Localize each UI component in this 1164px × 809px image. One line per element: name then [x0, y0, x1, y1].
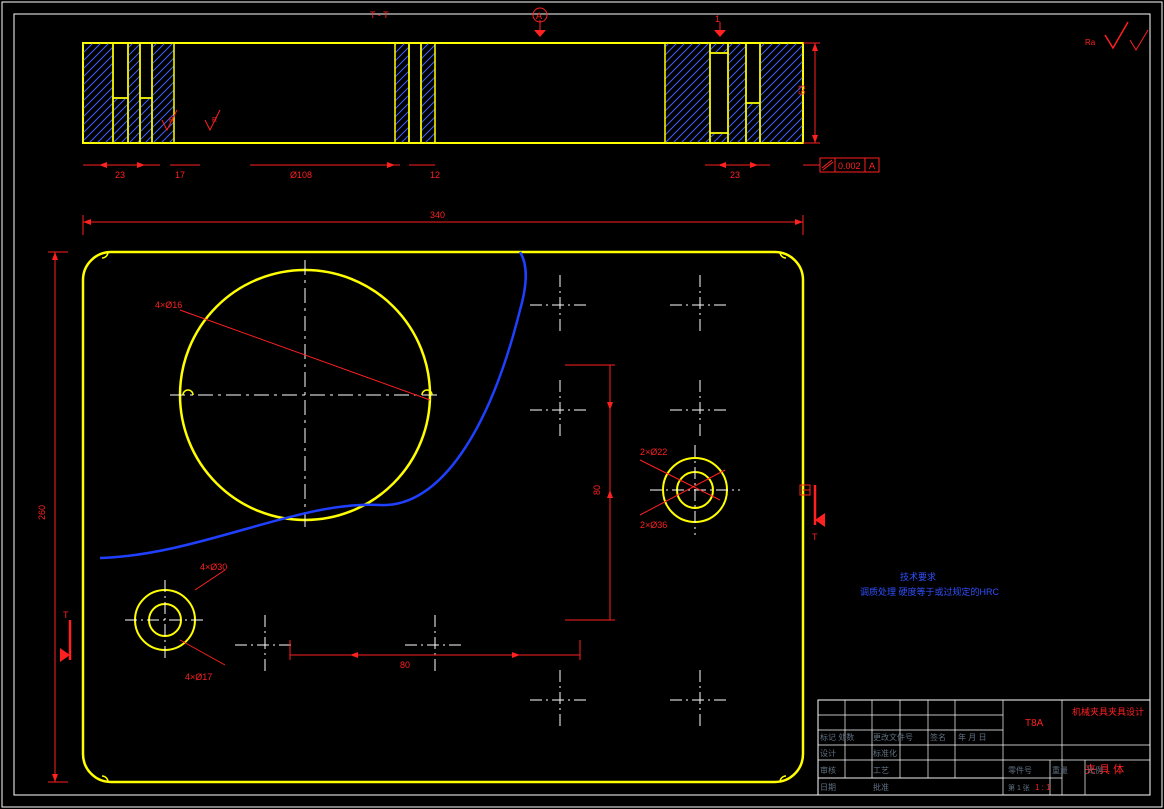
section-marker-right: T [812, 485, 825, 542]
dim-4x16: 4×Ø16 [155, 300, 182, 310]
svg-text:T: T [812, 532, 818, 542]
svg-text:23: 23 [730, 170, 740, 180]
svg-text:设计: 设计 [820, 748, 836, 758]
tb-weight-label: 重量 [1052, 765, 1068, 775]
svg-text:80: 80 [592, 485, 602, 495]
svg-text:更改文件号: 更改文件号 [873, 732, 913, 742]
tb-sheet: 第 1 张 [1008, 783, 1030, 792]
svg-text:R: R [212, 117, 217, 124]
svg-text:工艺: 工艺 [873, 766, 889, 775]
tb-scale-label: 比例 [1087, 765, 1103, 775]
svg-text:17: 17 [175, 170, 185, 180]
spline-curve [100, 252, 526, 558]
svg-text:R: R [169, 117, 174, 124]
svg-text:Ra: Ra [1085, 38, 1096, 47]
tb-modeled: 零件号 [1008, 765, 1032, 775]
svg-text:审核: 审核 [820, 765, 836, 775]
tb-scale: 1 : 1 [1035, 783, 1051, 792]
plan-view: 4×Ø16 2×Ø22 2×Ø36 4×Ø30 4×Ø17 [37, 210, 825, 782]
dim-ring-36: 2×Ø36 [640, 520, 667, 530]
svg-text:A: A [869, 161, 875, 171]
svg-text:标准化: 标准化 [873, 748, 897, 758]
surface-finish-corner: Ra [1085, 22, 1148, 50]
svg-text:63: 63 [797, 85, 807, 95]
section-view: T - T [83, 8, 879, 180]
dim-height: 260 [37, 252, 68, 782]
surface-mark-left2: R [205, 110, 220, 130]
dim-width: 340 [83, 210, 803, 235]
tb-material: T8A [1025, 718, 1044, 729]
cad-canvas: T - T [0, 0, 1164, 809]
svg-text:签名: 签名 [930, 732, 946, 742]
datum-a-top: A [533, 8, 547, 37]
section-label: T - T [370, 10, 389, 20]
dim-bolt-30: 4×Ø30 [200, 562, 227, 572]
svg-text:260: 260 [37, 505, 47, 520]
svg-text:80: 80 [400, 660, 410, 670]
tolerance-box: 0.002 A [803, 158, 879, 172]
dim-span-vert: 80 [565, 365, 615, 620]
svg-text:年 月 日: 年 月 日 [958, 732, 986, 742]
datum-b-top: 1 [714, 14, 726, 37]
svg-text:0.002: 0.002 [838, 161, 861, 171]
dim-ring-22: 2×Ø22 [640, 447, 667, 457]
svg-text:日期: 日期 [820, 783, 836, 792]
section-bottom-dims: 23 17 Ø108 12 23 [83, 162, 770, 180]
drawing-frame [2, 2, 1162, 807]
section-marker-left: T [60, 610, 70, 662]
svg-text:1: 1 [715, 14, 720, 24]
dim-bolt-17: 4×Ø17 [185, 672, 212, 682]
title-block: 标记 处数 更改文件号 签名 年 月 日 设计 标准化 审核 工艺 日期 批准 … [818, 700, 1150, 795]
svg-text:23: 23 [115, 170, 125, 180]
svg-text:T: T [63, 610, 69, 620]
tb-title: 机械夹具夹具设计 [1072, 706, 1144, 717]
notes-block: 技术要求 调质处理 硬度等于或过规定的HRC [860, 571, 1000, 597]
note-2: 调质处理 硬度等于或过规定的HRC [860, 586, 1000, 597]
svg-text:批准: 批准 [873, 782, 889, 792]
svg-text:12: 12 [430, 170, 440, 180]
datum-side [800, 485, 810, 495]
svg-text:A: A [536, 11, 542, 21]
svg-text:标记 处数: 标记 处数 [820, 732, 854, 742]
svg-text:Ø108: Ø108 [290, 170, 312, 180]
svg-text:340: 340 [430, 210, 445, 220]
note-1: 技术要求 [900, 571, 936, 582]
